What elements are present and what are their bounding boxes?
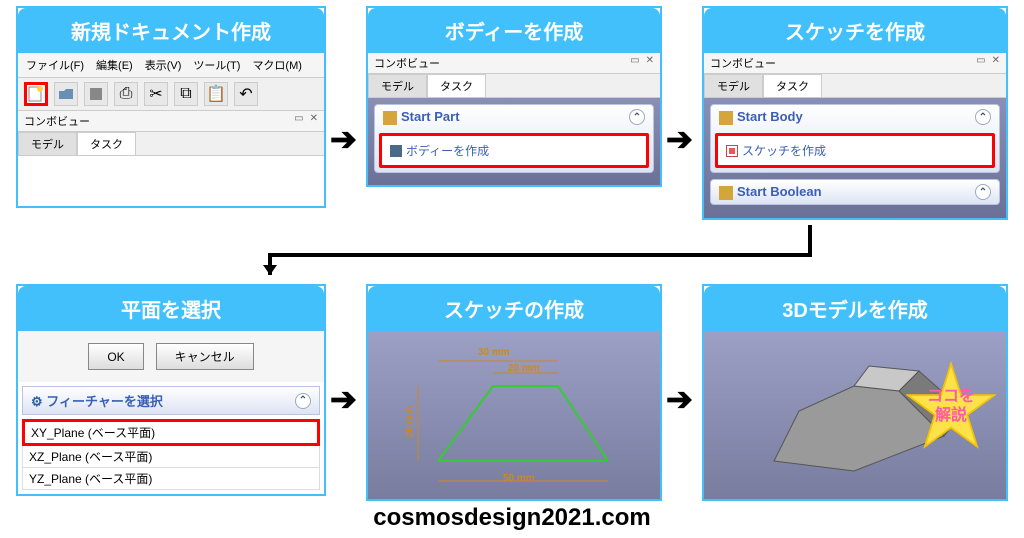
body-icon	[390, 145, 402, 157]
step1-header: 新規ドキュメント作成	[18, 8, 324, 53]
step6-header: 3Dモデルを作成	[704, 286, 1006, 331]
tab-task[interactable]: タスク	[77, 132, 136, 155]
create-sketch-label: スケッチを作成	[742, 142, 826, 159]
create-body-label: ボディーを作成	[406, 142, 489, 159]
dim-20h: 20 mm	[404, 406, 415, 438]
menu-edit[interactable]: 編集(E)	[96, 57, 133, 73]
create-body-item[interactable]: ボディーを作成	[379, 133, 649, 168]
star-line1: ココを	[927, 388, 975, 405]
tabs-3: モデル タスク	[704, 74, 1006, 98]
arrow-5-6: ➔	[666, 380, 693, 418]
explain-star: ココを解説	[906, 361, 996, 451]
feature-select-header[interactable]: ⚙ フィーチャーを選択 ⌃	[22, 386, 320, 415]
dock-icon[interactable]: ▭	[630, 55, 639, 71]
arrow-2-3: ➔	[666, 120, 693, 158]
start-body-group: Start Body ⌃ スケッチを作成	[710, 104, 1000, 173]
dock-icon[interactable]: ▭	[294, 113, 303, 129]
start-boolean-header[interactable]: Start Boolean ⌃	[711, 180, 999, 204]
step5-panel: スケッチの作成 30 mm 20 mm 20 mm 50 mm	[366, 284, 662, 501]
tabs: モデル タスク	[18, 132, 324, 156]
sketch-icon	[726, 145, 738, 157]
start-body-label: Start Body	[737, 109, 803, 124]
start-part-group: Start Part ⌃ ボディーを作成	[374, 104, 654, 173]
tab-task-3[interactable]: タスク	[763, 74, 822, 97]
close-icon[interactable]: ✕	[646, 55, 654, 71]
step2-panel: ボディーを作成 コンボビュー ▭ ✕ モデル タスク Start Part ⌃ ボ…	[366, 6, 662, 187]
save-button[interactable]	[84, 82, 108, 106]
cut-button[interactable]: ✂	[144, 82, 168, 106]
combo-title-bar-3: コンボビュー ▭ ✕	[704, 53, 1006, 74]
feature-select-label: フィーチャーを選択	[46, 394, 163, 409]
collapse-icon[interactable]: ⌃	[975, 184, 991, 200]
model-viewport: ココを解説	[704, 331, 1006, 499]
menu-tool[interactable]: ツール(T)	[193, 57, 240, 73]
flow-connector	[255, 225, 815, 285]
dim-20: 20 mm	[508, 363, 540, 374]
menu-macro[interactable]: マクロ(M)	[252, 57, 302, 73]
paste-button[interactable]: 📋	[204, 82, 228, 106]
step3-header: スケッチを作成	[704, 8, 1006, 53]
task-body-2: Start Part ⌃ ボディーを作成	[368, 98, 660, 185]
step2-header: ボディーを作成	[368, 8, 660, 53]
ok-button[interactable]: OK	[88, 343, 143, 370]
menubar: ファイル(F) 編集(E) 表示(V) ツール(T) マクロ(M)	[18, 53, 324, 78]
window-controls: ▭✕	[294, 113, 318, 129]
create-sketch-item[interactable]: スケッチを作成	[715, 133, 995, 168]
start-boolean-group: Start Boolean ⌃	[710, 179, 1000, 205]
combo-title-bar-2: コンボビュー ▭ ✕	[368, 53, 660, 74]
combo-title-bar: コンボビュー ▭✕	[18, 111, 324, 132]
start-body-header[interactable]: Start Body ⌃	[711, 105, 999, 129]
step4-header: 平面を選択	[18, 286, 324, 331]
tab-model-2[interactable]: モデル	[368, 74, 427, 97]
start-boolean-label: Start Boolean	[737, 184, 822, 199]
cube-icon	[719, 111, 733, 125]
open-button[interactable]	[54, 82, 78, 106]
task-body-3: Start Body ⌃ スケッチを作成 Start Boolean ⌃	[704, 98, 1006, 218]
tabs-2: モデル タスク	[368, 74, 660, 98]
combo-title-3: コンボビュー	[710, 55, 776, 71]
footer-url: cosmosdesign2021.com	[0, 504, 1024, 532]
arrow-1-2: ➔	[330, 120, 357, 158]
combo-title: コンボビュー	[24, 113, 90, 129]
sketch-viewport: 30 mm 20 mm 20 mm 50 mm	[368, 331, 660, 499]
undo-button[interactable]: ↶	[234, 82, 258, 106]
collapse-icon[interactable]: ⌃	[629, 109, 645, 125]
dim-30: 30 mm	[478, 347, 510, 358]
collapse-icon[interactable]: ⌃	[975, 109, 991, 125]
tab-model[interactable]: モデル	[18, 132, 77, 155]
step5-header: スケッチの作成	[368, 286, 660, 331]
print-button[interactable]: ⎙	[114, 82, 138, 106]
cube-icon	[719, 186, 733, 200]
copy-button[interactable]: ⧉	[174, 82, 198, 106]
new-doc-button[interactable]	[24, 82, 48, 106]
collapse-icon[interactable]: ⌃	[295, 393, 311, 409]
plane-xz[interactable]: XZ_Plane (ベース平面)	[22, 446, 320, 468]
star-line2: 解説	[935, 407, 967, 424]
step4-panel: 平面を選択 OK キャンセル ⚙ フィーチャーを選択 ⌃ XY_Plane (ベ…	[16, 284, 326, 496]
close-icon[interactable]: ✕	[310, 113, 318, 129]
combo-title-2: コンボビュー	[374, 55, 440, 71]
start-part-label: Start Part	[401, 109, 460, 124]
plane-yz[interactable]: YZ_Plane (ベース平面)	[22, 468, 320, 490]
step3-panel: スケッチを作成 コンボビュー ▭ ✕ モデル タスク Start Body ⌃ ス…	[702, 6, 1008, 220]
plane-xy[interactable]: XY_Plane (ベース平面)	[22, 419, 320, 446]
start-part-header[interactable]: Start Part ⌃	[375, 105, 653, 129]
menu-view[interactable]: 表示(V)	[145, 57, 182, 73]
step1-panel: 新規ドキュメント作成 ファイル(F) 編集(E) 表示(V) ツール(T) マク…	[16, 6, 326, 208]
cancel-button[interactable]: キャンセル	[156, 343, 254, 370]
menu-file[interactable]: ファイル(F)	[26, 57, 84, 73]
tab-model-3[interactable]: モデル	[704, 74, 763, 97]
tab-task-2[interactable]: タスク	[427, 74, 486, 97]
close-icon[interactable]: ✕	[992, 55, 1000, 71]
arrow-4-5: ➔	[330, 380, 357, 418]
plane-list: XY_Plane (ベース平面) XZ_Plane (ベース平面) YZ_Pla…	[22, 419, 320, 490]
dock-icon[interactable]: ▭	[976, 55, 985, 71]
dialog-buttons: OK キャンセル	[18, 331, 324, 382]
step6-panel: 3Dモデルを作成 ココを解説	[702, 284, 1008, 501]
dim-50: 50 mm	[503, 473, 535, 484]
toolbar: ⎙ ✂ ⧉ 📋 ↶	[18, 78, 324, 111]
cube-icon	[383, 111, 397, 125]
feature-icon: ⚙	[31, 394, 43, 409]
